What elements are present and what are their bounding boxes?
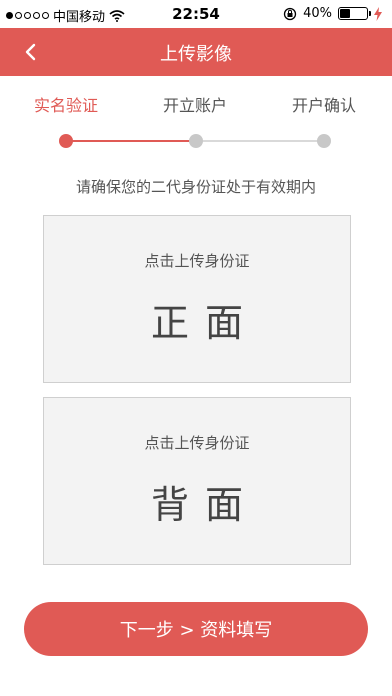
orientation-lock-icon <box>283 7 297 20</box>
upload-back-subtitle: 点击上传身份证 <box>144 434 250 452</box>
status-bar: 中国移动 22:54 40% <box>0 0 392 28</box>
step-open-account: 开立账户 <box>163 96 228 115</box>
upload-id-back-card[interactable]: 点击上传身份证 背面 <box>43 397 351 565</box>
next-step-button[interactable]: 下一步 > 资料填写 <box>24 602 368 656</box>
upload-id-front-card[interactable]: 点击上传身份证 正面 <box>43 215 351 383</box>
upload-back-title: 背面 <box>150 483 259 527</box>
id-validity-hint: 请确保您的二代身份证处于有效期内 <box>75 178 316 196</box>
progress-line-done <box>66 140 196 142</box>
navigation-bar: 上传影像 <box>0 28 392 76</box>
battery-percent: 40% <box>303 6 332 21</box>
step-dot-3 <box>317 134 331 148</box>
step-account-confirmation: 开户确认 <box>292 96 357 115</box>
progress-line-pending <box>196 140 324 142</box>
step-real-name-verification: 实名验证 <box>34 96 99 115</box>
step-tabs: 实名验证 开立账户 开户确认 <box>0 92 392 122</box>
status-right: 40% <box>283 6 382 21</box>
page-title: 上传影像 <box>160 44 232 65</box>
step-dot-1 <box>59 134 73 148</box>
battery-icon <box>338 7 371 20</box>
step-dot-2 <box>189 134 203 148</box>
step-progress <box>0 132 392 150</box>
upload-front-title: 正面 <box>150 301 259 345</box>
upload-front-subtitle: 点击上传身份证 <box>144 252 250 270</box>
charging-bolt-icon <box>374 6 382 21</box>
